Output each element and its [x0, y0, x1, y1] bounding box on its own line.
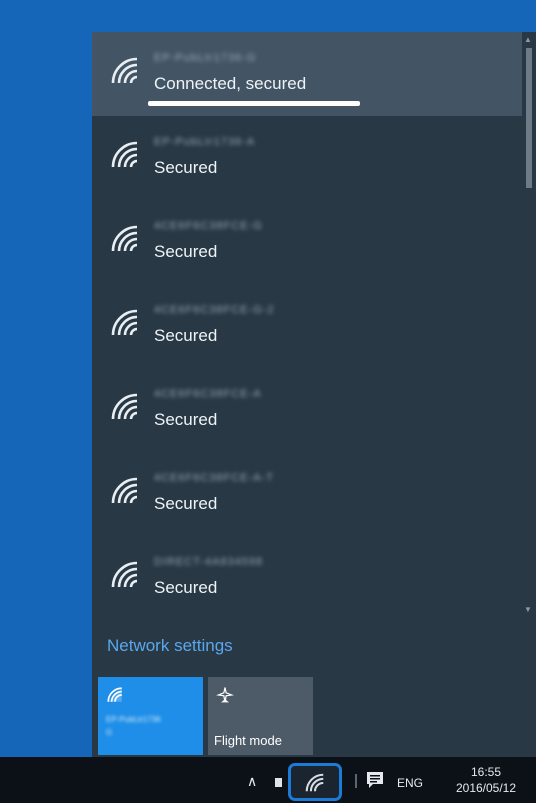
network-name: EP-PubLtr1736-G [154, 52, 257, 64]
network-item[interactable]: DIRECT-4A834598 Secured [92, 536, 522, 620]
scroll-down-arrow[interactable]: ▼ [524, 606, 532, 614]
clock[interactable]: 16:55 2016/05/12 [446, 764, 526, 796]
taskbar: ∧ ENG 16:55 2016/05/12 [0, 757, 536, 803]
network-name: 4CE6F6C38FCE-G-2 [154, 304, 275, 316]
network-name: 4CE6F6C38FCE-G [154, 220, 263, 232]
wifi-icon [111, 57, 138, 84]
network-item[interactable]: EP-PubLtr1736-A Secured [92, 116, 522, 200]
wifi-tile-network-name: EP-PubLtr1736 G [106, 713, 161, 739]
network-item[interactable]: 4CE6F6C38FCE-G Secured [92, 200, 522, 284]
wifi-tile-line1: EP-PubLtr1736 [106, 715, 161, 724]
network-item[interactable]: 4CE6F6C38FCE-A Secured [92, 368, 522, 452]
airplane-icon [216, 687, 234, 703]
connected-network-item[interactable]: EP-PubLtr1736-G Connected, secured [92, 32, 522, 116]
network-name: 4CE6F6C38FCE-A [154, 388, 262, 400]
wifi-icon [111, 141, 138, 168]
clock-time: 16:55 [470, 765, 502, 779]
network-status: Secured [154, 578, 218, 597]
focus-underline [148, 101, 360, 106]
network-item[interactable]: 4CE6F6C38FCE-A-T Secured [92, 452, 522, 536]
scrollbar-thumb[interactable] [526, 48, 532, 188]
network-name: DIRECT-4A834598 [154, 556, 264, 568]
show-hidden-icons-button[interactable]: ∧ [247, 773, 257, 790]
network-tray-button[interactable] [288, 763, 342, 801]
network-status: Secured [154, 410, 218, 429]
wifi-quick-action-tile[interactable]: EP-PubLtr1736 G [98, 677, 203, 755]
network-flyout: EP-PubLtr1736-G Connected, secured EP-PubL… [92, 32, 536, 757]
network-status: Secured [154, 242, 218, 261]
network-item[interactable]: 4CE6F6C38FCE-G-2 Secured [92, 284, 522, 368]
network-name: EP-PubLtr1736-A [154, 136, 256, 148]
wifi-icon [111, 225, 138, 252]
wifi-tile-line2: G [106, 728, 113, 737]
scroll-up-arrow[interactable]: ▲ [524, 36, 532, 44]
wifi-icon [111, 393, 138, 420]
flight-mode-label: Flight mode [214, 733, 282, 748]
clock-date: 2016/05/12 [455, 781, 517, 795]
speaker-icon[interactable] [275, 778, 282, 787]
network-status: Secured [154, 158, 218, 177]
network-name: 4CE6F6C38FCE-A-T [154, 472, 274, 484]
network-status: Connected, secured [154, 74, 307, 93]
input-language-indicator[interactable]: ENG [397, 776, 423, 790]
tray-divider [355, 774, 357, 788]
wifi-icon [107, 687, 122, 702]
wifi-icon [305, 773, 324, 792]
network-status: Secured [154, 494, 218, 513]
wifi-icon [111, 309, 138, 336]
wifi-icon [111, 561, 138, 588]
network-settings-link[interactable]: Network settings [107, 636, 233, 656]
network-status: Secured [154, 326, 218, 345]
action-center-icon[interactable] [366, 771, 384, 789]
flight-mode-tile[interactable]: Flight mode [208, 677, 313, 755]
wifi-icon [111, 477, 138, 504]
